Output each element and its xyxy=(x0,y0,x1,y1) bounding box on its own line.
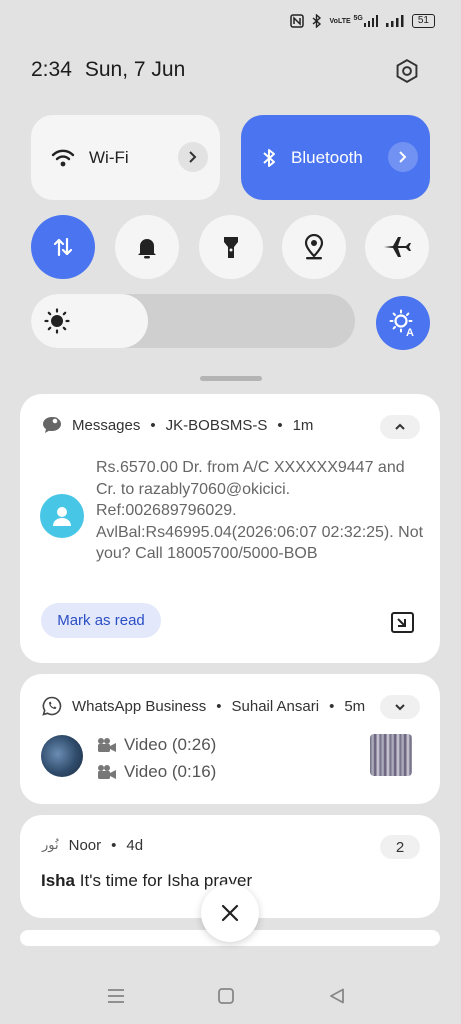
notification-messages[interactable]: Messages • JK-BOBSMS-S • 1m Rs.6570.00 D… xyxy=(20,394,440,663)
bluetooth-tile[interactable]: Bluetooth xyxy=(241,115,430,200)
app-name: Noor xyxy=(68,837,102,854)
chat-bubble-icon xyxy=(43,417,61,433)
back-button[interactable] xyxy=(325,984,349,1008)
expand-button[interactable] xyxy=(380,695,420,719)
message-body: Rs.6570.00 Dr. from A/C XXXXXX9447 and C… xyxy=(96,459,424,562)
notification-count-badge[interactable]: 2 xyxy=(380,835,420,859)
volte-icon: VoLTE xyxy=(329,17,351,25)
bluetooth-icon xyxy=(312,14,322,28)
square-home-icon xyxy=(218,988,234,1004)
wifi-label: Wi-Fi xyxy=(89,147,129,167)
bluetooth-expand-button[interactable] xyxy=(388,142,418,172)
data-arrows-icon xyxy=(53,237,73,257)
person-icon xyxy=(53,507,71,526)
notification-header: WhatsApp Business • Suhail Ansari • 5m xyxy=(42,696,365,716)
app-name: Messages xyxy=(72,416,141,434)
notification-time: 5m xyxy=(344,697,366,715)
date: Sun, 7 Jun xyxy=(84,58,186,81)
wifi-tile[interactable]: Wi-Fi xyxy=(31,115,220,200)
svg-text:A: A xyxy=(406,327,414,337)
home-button[interactable] xyxy=(214,984,238,1008)
wifi-expand-button[interactable] xyxy=(178,142,208,172)
signal-icon xyxy=(385,15,404,27)
clear-all-button[interactable] xyxy=(201,884,259,942)
chevron-right-icon xyxy=(189,151,197,163)
gear-icon xyxy=(396,59,418,83)
notification-time: 1m xyxy=(292,416,314,434)
settings-button[interactable] xyxy=(392,56,422,86)
auto-brightness-icon: A xyxy=(389,309,414,337)
notification-whatsapp[interactable]: WhatsApp Business • Suhail Ansari • 5m V… xyxy=(20,674,440,804)
bluetooth-icon xyxy=(263,148,275,167)
clock-date: 2:34 Sun, 7 Jun xyxy=(31,58,185,82)
message-line: Video (0:16) xyxy=(96,762,216,782)
sound-toggle[interactable] xyxy=(115,215,179,279)
notification-header: نُور Noor • 4d xyxy=(42,837,144,854)
video-thumbnail xyxy=(370,734,412,776)
video-camera-icon xyxy=(98,738,116,752)
bluetooth-label: Bluetooth xyxy=(291,147,363,167)
close-icon xyxy=(221,904,239,922)
message-line: Video (0:26) xyxy=(96,735,216,755)
status-bar: VoLTE 5G 51 xyxy=(289,14,435,28)
drag-handle[interactable] xyxy=(200,376,262,381)
avatar xyxy=(40,494,84,538)
mobile-data-toggle[interactable] xyxy=(31,215,95,279)
flashlight-toggle[interactable] xyxy=(199,215,263,279)
sender-name: JK-BOBSMS-S xyxy=(165,416,268,434)
airplane-mode-toggle[interactable] xyxy=(365,215,429,279)
bell-icon xyxy=(138,239,156,259)
brightness-sun-icon xyxy=(44,308,70,334)
video-camera-icon xyxy=(98,765,116,779)
collapse-button[interactable] xyxy=(380,415,420,439)
sender-name: Suhail Ansari xyxy=(231,697,320,715)
app-name: WhatsApp Business xyxy=(72,697,207,715)
open-in-app-icon xyxy=(391,612,414,633)
flashlight-icon xyxy=(224,237,238,258)
notification-header: Messages • JK-BOBSMS-S • 1m xyxy=(42,416,313,434)
wifi-icon xyxy=(51,149,75,166)
notification-title: Isha xyxy=(41,871,76,890)
chevron-up-icon xyxy=(395,423,405,430)
noor-logo-icon: نُور xyxy=(42,838,59,853)
open-app-button[interactable] xyxy=(390,611,416,640)
chevron-down-icon xyxy=(395,704,405,711)
recent-apps-button[interactable] xyxy=(104,984,128,1008)
clock: 2:34 xyxy=(31,58,72,81)
avatar xyxy=(41,735,83,777)
nfc-icon xyxy=(289,14,304,28)
airplane-icon xyxy=(384,237,411,257)
auto-brightness-toggle[interactable]: A xyxy=(376,296,430,350)
back-triangle-icon xyxy=(330,988,344,1004)
location-pin-icon xyxy=(304,234,324,260)
location-toggle[interactable] xyxy=(282,215,346,279)
chevron-right-icon xyxy=(399,151,407,163)
whatsapp-business-icon xyxy=(42,696,62,716)
signal-5g-icon: 5G xyxy=(354,15,378,27)
battery-icon: 51 xyxy=(411,14,435,28)
notification-time: 4d xyxy=(126,837,144,854)
brightness-slider[interactable] xyxy=(31,294,355,348)
menu-lines-icon xyxy=(108,989,124,1003)
mark-as-read-button[interactable]: Mark as read xyxy=(41,603,161,638)
